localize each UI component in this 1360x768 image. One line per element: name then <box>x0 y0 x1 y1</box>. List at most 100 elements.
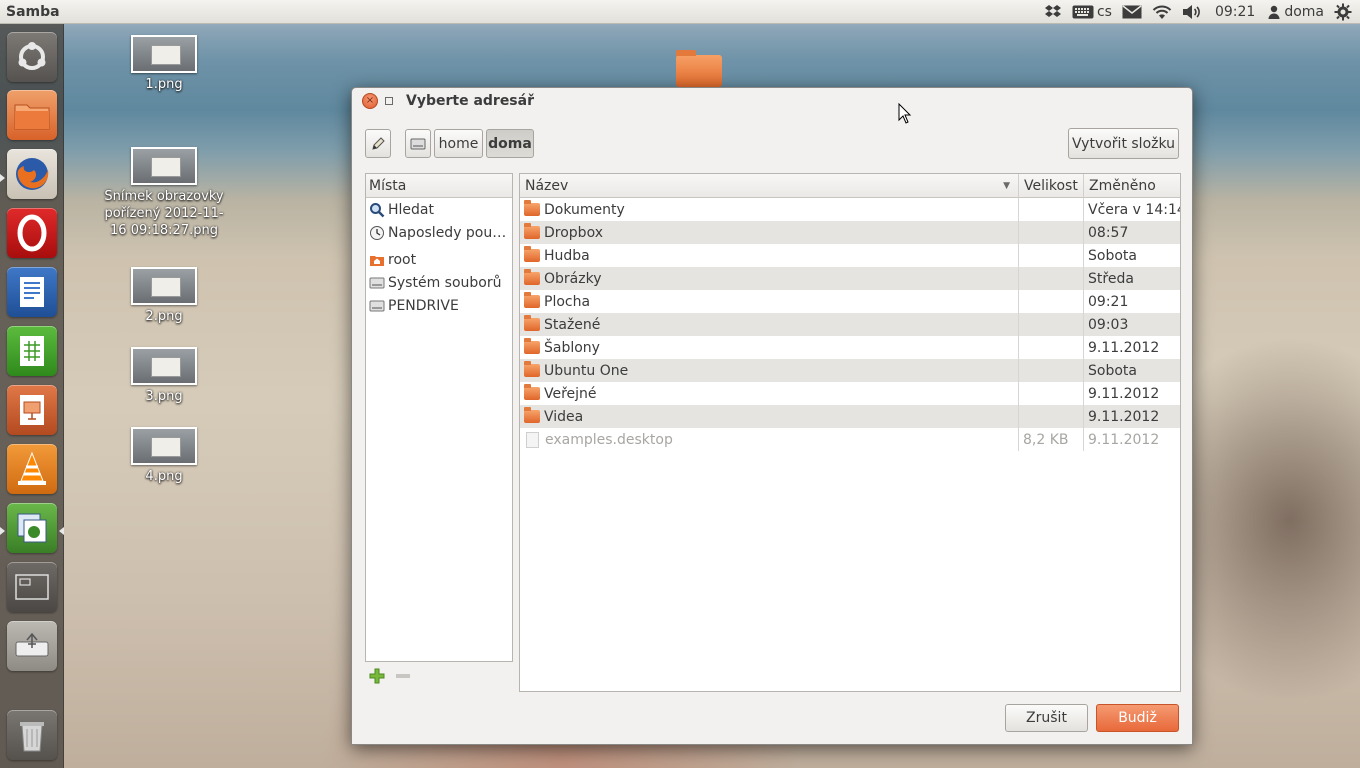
file-name: Plocha <box>544 293 591 310</box>
session-gear-icon[interactable] <box>1329 0 1360 24</box>
keyboard-layout-label: cs <box>1096 3 1112 20</box>
file-row[interactable]: Veřejné 9.11.2012 <box>520 382 1180 405</box>
launcher-trash-button[interactable] <box>7 710 57 760</box>
calc-spreadsheet-icon <box>20 336 44 366</box>
mouse-cursor-icon <box>898 103 912 124</box>
file-name: Ubuntu One <box>544 362 629 379</box>
file-row[interactable]: Hudba Sobota <box>520 244 1180 267</box>
file-name: Šablony <box>544 339 600 356</box>
launcher-workspaces-button[interactable] <box>7 562 57 612</box>
file-row[interactable]: Plocha 09:21 <box>520 290 1180 313</box>
launcher-impress-button[interactable] <box>7 385 57 435</box>
place-label: Systém souborů <box>388 274 502 291</box>
file-row[interactable]: Dropbox 08:57 <box>520 221 1180 244</box>
launcher-system-tool-button[interactable] <box>7 503 57 553</box>
place-label: Hledat <box>388 201 434 218</box>
file-row[interactable]: Dokumenty Včera v 14:14 <box>520 198 1180 221</box>
clock[interactable]: 09:21 <box>1207 0 1263 24</box>
file-size: 8,2 KB <box>1023 431 1069 448</box>
launcher-ubuntu-button[interactable] <box>7 32 57 82</box>
folder-icon <box>524 269 540 285</box>
file-row[interactable]: examples.desktop 8,2 KB 9.11.2012 <box>520 428 1180 451</box>
keyboard-indicator[interactable]: cs <box>1067 0 1117 24</box>
type-location-button[interactable] <box>365 129 391 158</box>
usb-drive-icon <box>15 632 49 657</box>
launcher-focused-indicator <box>59 527 64 535</box>
path-button-doma[interactable]: doma <box>486 129 534 158</box>
desktop-file-label: Snímek obrazovky pořízený 2012-11-16 09:… <box>104 189 224 238</box>
desktop-file-4[interactable]: 4.png <box>102 427 226 485</box>
ok-button[interactable]: Budiž <box>1096 704 1179 732</box>
desktop-folder-icon[interactable] <box>676 50 722 87</box>
remove-place-minus-icon[interactable] <box>395 668 411 684</box>
column-header-name[interactable]: Název ▼ <box>520 174 1019 198</box>
path-button-home[interactable]: home <box>434 129 483 158</box>
keyboard-icon <box>1072 5 1094 18</box>
place-filesystem[interactable]: Systém souborů <box>366 271 512 294</box>
place-recent[interactable]: Naposledy pou… <box>366 221 512 244</box>
file-name: Dokumenty <box>544 201 625 218</box>
file-row[interactable]: Stažené 09:03 <box>520 313 1180 336</box>
cancel-button[interactable]: Zrušit <box>1005 704 1088 732</box>
desktop-file-2[interactable]: 2.png <box>102 267 226 325</box>
launcher-firefox-button[interactable] <box>7 149 57 199</box>
path-root-button[interactable] <box>405 129 431 158</box>
desktop-file-label: 2.png <box>145 309 183 324</box>
column-header-modified[interactable]: Změněno <box>1084 174 1180 198</box>
volume-icon[interactable] <box>1177 0 1207 24</box>
trash-icon <box>20 722 44 752</box>
image-thumbnail-icon <box>131 427 197 465</box>
dropbox-icon[interactable] <box>1039 0 1067 24</box>
file-name: Dropbox <box>544 224 603 241</box>
launcher-opera-button[interactable] <box>7 208 57 258</box>
place-pendrive[interactable]: PENDRIVE <box>366 294 512 317</box>
place-root[interactable]: root <box>366 248 512 271</box>
desktop-file-label: 3.png <box>145 389 183 404</box>
places-panel: Místa Hledat Naposledy pou… root Systém … <box>365 173 513 662</box>
desktop-file-label: 1.png <box>145 77 183 92</box>
place-label: Naposledy pou… <box>388 224 507 241</box>
file-row[interactable]: Šablony 9.11.2012 <box>520 336 1180 359</box>
launcher-calc-button[interactable] <box>7 326 57 376</box>
launcher-usb-drive-button[interactable] <box>7 621 57 671</box>
system-tool-icon <box>17 513 47 543</box>
active-app-title: Samba <box>6 3 60 20</box>
desktop-file-screenshot[interactable]: Snímek obrazovky pořízený 2012-11-16 09:… <box>102 147 226 239</box>
add-place-plus-icon[interactable] <box>369 668 385 684</box>
user-menu[interactable]: doma <box>1263 0 1329 24</box>
launcher-running-indicator <box>0 527 5 535</box>
desktop-file-1[interactable]: 1.png <box>102 35 226 93</box>
image-thumbnail-icon <box>131 35 197 73</box>
close-button[interactable]: × <box>362 93 378 109</box>
file-modified: 08:57 <box>1088 224 1129 241</box>
maximize-button[interactable] <box>382 94 396 108</box>
drive-icon <box>369 277 385 288</box>
user-name: doma <box>1284 3 1324 20</box>
file-modified: Včera v 14:14 <box>1088 201 1180 218</box>
desktop-file-3[interactable]: 3.png <box>102 347 226 405</box>
column-modified-label: Změněno <box>1089 177 1156 194</box>
file-row[interactable]: Ubuntu One Sobota <box>520 359 1180 382</box>
places-header[interactable]: Místa <box>366 174 512 198</box>
file-name: Hudba <box>544 247 590 264</box>
folder-icon <box>524 223 540 239</box>
column-header-size[interactable]: Velikost <box>1019 174 1084 198</box>
file-row[interactable]: Videa 9.11.2012 <box>520 405 1180 428</box>
file-modified: Sobota <box>1088 247 1137 264</box>
launcher-vlc-button[interactable] <box>7 444 57 494</box>
file-list: Název ▼ Velikost Změněno Dokumenty Včera … <box>519 173 1181 692</box>
place-search[interactable]: Hledat <box>366 198 512 221</box>
top-panel: Samba cs 09:21 doma <box>0 0 1360 24</box>
dialog-titlebar[interactable]: × Vyberte adresář <box>352 88 1192 114</box>
wifi-icon[interactable] <box>1147 0 1177 24</box>
select-folder-dialog: × Vyberte adresář home doma Vytvořit slo… <box>351 87 1193 745</box>
create-folder-button[interactable]: Vytvořit složku <box>1068 128 1179 159</box>
launcher-writer-button[interactable] <box>7 267 57 317</box>
folder-icon <box>524 315 540 331</box>
file-name: examples.desktop <box>545 431 673 448</box>
launcher-running-indicator <box>0 174 5 182</box>
launcher-files-button[interactable] <box>7 90 57 140</box>
file-row[interactable]: Obrázky Středa <box>520 267 1180 290</box>
file-name: Veřejné <box>544 385 597 402</box>
mail-icon[interactable] <box>1117 0 1147 24</box>
